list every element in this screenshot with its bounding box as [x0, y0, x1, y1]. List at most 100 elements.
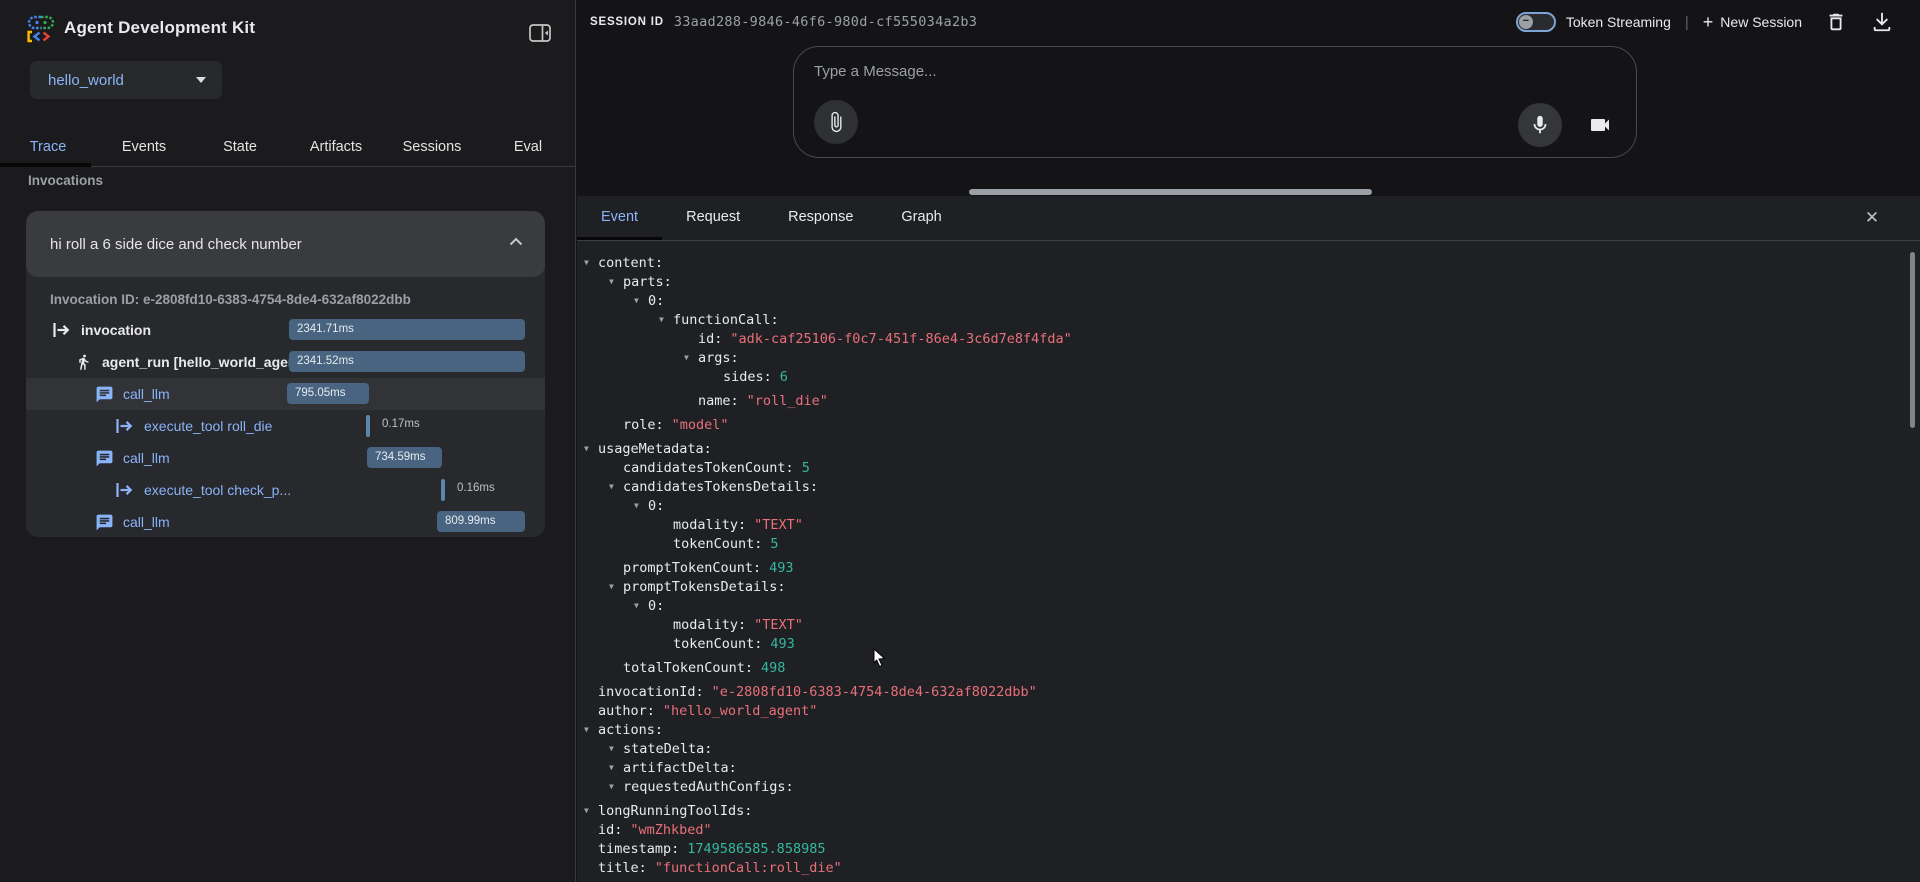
invocation-card-header[interactable]: hi roll a 6 side dice and check number [26, 211, 545, 277]
invocation-id: Invocation ID: e-2808fd10-6383-4754-8de4… [50, 292, 411, 307]
json-key: modality: [673, 517, 746, 533]
enter-arrow-blue-icon [113, 418, 137, 434]
json-key: 0: [648, 598, 664, 614]
agent-select-dropdown[interactable]: hello_world [30, 61, 222, 99]
token-streaming-toggle[interactable]: − [1516, 12, 1556, 32]
event-detail-panel: EventRequestResponseGraph ✕ ▼content:▼pa… [577, 196, 1920, 882]
expand-arrow-icon[interactable]: ▼ [609, 744, 623, 753]
json-value: "hello_world_agent" [663, 703, 817, 719]
json-line: ▼requestedAuthConfigs: [577, 777, 1897, 796]
video-button[interactable] [1588, 113, 1612, 137]
json-value: 5 [802, 460, 810, 476]
trace-row[interactable]: call_llm795.05ms [26, 378, 545, 410]
sidebar: Agent Development Kit hello_world TraceE… [0, 0, 576, 882]
json-value: "TEXT" [754, 617, 803, 633]
expand-arrow-icon[interactable]: ▼ [634, 501, 648, 510]
json-key: 0: [648, 498, 664, 514]
agent-select-value: hello_world [48, 72, 196, 89]
app-title: Agent Development Kit [64, 18, 255, 38]
expand-arrow-icon[interactable]: ▼ [584, 444, 598, 453]
json-line: candidatesTokenCount: 5 [577, 458, 1897, 477]
json-key: role: [623, 417, 664, 433]
trace-row[interactable]: call_llm809.99ms [26, 506, 545, 537]
json-line: ▼longRunningToolIds: [577, 801, 1897, 820]
trace-row[interactable]: invocation2341.71ms [26, 314, 545, 346]
json-line: id:"wmZhkbed" [577, 820, 1897, 839]
tab-state[interactable]: State [192, 130, 288, 166]
span-label: execute_tool roll_die [144, 418, 272, 434]
detail-tab-graph[interactable]: Graph [877, 196, 965, 240]
expand-arrow-icon[interactable]: ▼ [609, 277, 623, 286]
expand-arrow-icon[interactable]: ▼ [659, 315, 673, 324]
json-key: actions: [598, 722, 663, 738]
detail-tab-response[interactable]: Response [764, 196, 877, 240]
new-session-button[interactable]: + New Session [1703, 12, 1802, 33]
export-session-button[interactable] [1870, 10, 1894, 34]
expand-arrow-icon[interactable]: ▼ [634, 601, 648, 610]
json-key: totalTokenCount: [623, 660, 753, 676]
detail-tab-event[interactable]: Event [577, 196, 662, 240]
microphone-button[interactable] [1518, 103, 1562, 147]
horizontal-scrollbar-thumb[interactable] [969, 189, 1372, 195]
expand-arrow-icon[interactable]: ▼ [609, 582, 623, 591]
json-key: timestamp: [598, 841, 679, 857]
session-id-label: SESSION ID [590, 16, 664, 28]
adk-logo-icon [25, 14, 57, 49]
toggle-knob: − [1519, 15, 1533, 29]
attach-file-button[interactable] [814, 100, 858, 144]
tab-trace[interactable]: Trace [0, 130, 96, 166]
span-label: call_llm [123, 386, 170, 402]
expand-arrow-icon[interactable]: ▼ [609, 782, 623, 791]
json-line: timestamp:1749586585.858985 [577, 839, 1897, 858]
close-icon[interactable]: ✕ [1858, 204, 1886, 232]
delete-session-button[interactable] [1824, 10, 1848, 34]
json-key: author: [598, 703, 655, 719]
tab-events[interactable]: Events [96, 130, 192, 166]
json-key: invocationId: [598, 684, 704, 700]
json-line: ▼candidatesTokensDetails: [577, 477, 1897, 496]
trace-row[interactable]: call_llm734.59ms [26, 442, 545, 474]
json-value: 498 [761, 660, 785, 676]
sidebar-tabs: TraceEventsStateArtifactsSessionsEval [0, 130, 576, 166]
trace-row[interactable]: execute_tool roll_die0.17ms [26, 410, 545, 442]
tab-sessions[interactable]: Sessions [384, 130, 480, 166]
tab-artifacts[interactable]: Artifacts [288, 130, 384, 166]
message-input[interactable]: Type a Message... [814, 63, 937, 80]
chevron-up-icon[interactable] [505, 231, 527, 258]
duration-tick [441, 479, 445, 501]
json-key: artifactDelta: [623, 760, 737, 776]
topbar-actions: − Token Streaming | + New Session [1516, 0, 1894, 44]
expand-arrow-icon[interactable]: ▼ [584, 806, 598, 815]
active-tab-indicator [0, 163, 91, 167]
json-key: tokenCount: [673, 636, 762, 652]
detail-tab-request[interactable]: Request [662, 196, 764, 240]
json-key: promptTokensDetails: [623, 579, 786, 595]
collapse-panel-icon[interactable] [528, 21, 554, 47]
json-value: 6 [780, 369, 788, 385]
expand-arrow-icon[interactable]: ▼ [684, 353, 698, 362]
vertical-scrollbar-thumb[interactable] [1910, 252, 1915, 428]
json-line: id:"adk-caf25106-f0c7-451f-86e4-3c6d7e8f… [577, 329, 1897, 348]
invocation-card: hi roll a 6 side dice and check number I… [26, 211, 545, 537]
expand-arrow-icon[interactable]: ▼ [609, 482, 623, 491]
enter-arrow-blue-icon [113, 482, 137, 498]
duration-bar: 809.99ms [437, 511, 525, 532]
json-key: modality: [673, 617, 746, 633]
json-line: totalTokenCount: 498 [577, 658, 1897, 677]
json-line: modality:"TEXT" [577, 515, 1897, 534]
expand-arrow-icon[interactable]: ▼ [634, 296, 648, 305]
json-line: ▼0: [577, 291, 1897, 310]
expand-arrow-icon[interactable]: ▼ [584, 258, 598, 267]
message-input-container: Type a Message... [793, 46, 1637, 158]
json-key: id: [598, 822, 622, 838]
json-line: role:"model" [577, 415, 1897, 434]
expand-arrow-icon[interactable]: ▼ [609, 763, 623, 772]
json-key: functionCall: [673, 312, 779, 328]
duration-bar: 2341.71ms [289, 319, 525, 340]
trace-row[interactable]: execute_tool check_p...0.16ms [26, 474, 545, 506]
expand-arrow-icon[interactable]: ▼ [584, 725, 598, 734]
tab-eval[interactable]: Eval [480, 130, 576, 166]
json-key: candidatesTokenCount: [623, 460, 794, 476]
span-label: agent_run [hello_world_agent] [102, 354, 306, 370]
trace-row[interactable]: agent_run [hello_world_agent]2341.52ms [26, 346, 545, 378]
